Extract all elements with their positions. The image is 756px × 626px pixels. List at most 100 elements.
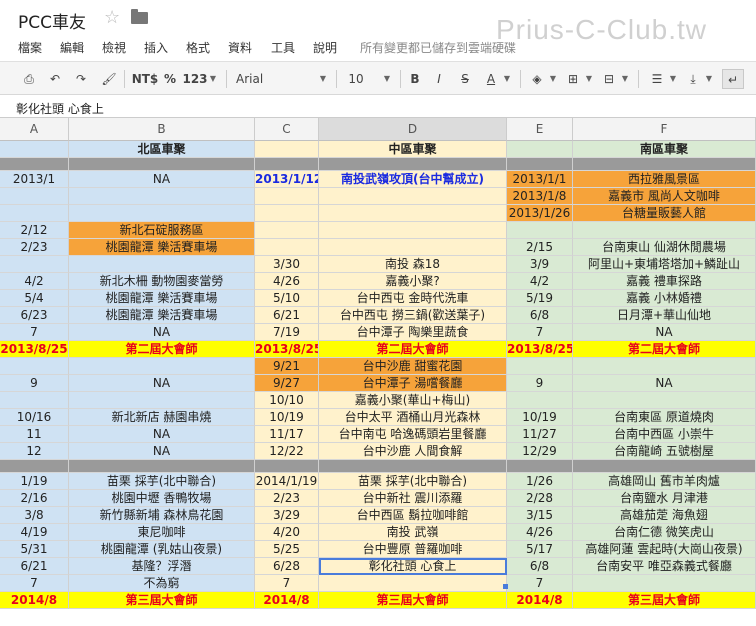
menu-item[interactable]: 檢視 xyxy=(102,39,126,56)
cell-f[interactable]: 高雄茄萣 海魚翅 xyxy=(573,507,756,524)
cell-e[interactable] xyxy=(507,141,573,158)
formula-bar[interactable]: 彰化社頭 心食上 xyxy=(0,96,756,118)
print-icon[interactable]: ⎙ xyxy=(18,69,40,89)
menu-item[interactable]: 說明 xyxy=(313,39,337,56)
cell-e[interactable]: 4/26 xyxy=(507,524,573,541)
cell-e[interactable]: 2013/1/8 xyxy=(507,188,573,205)
cell-d[interactable]: 中區車聚 xyxy=(319,141,507,158)
cell-b[interactable]: 第三屆大會師 xyxy=(69,592,255,609)
cell-b[interactable]: 桃園龍潭 樂活賽車場 xyxy=(69,239,255,256)
cell-c[interactable]: 4/26 xyxy=(255,273,319,290)
cell-c[interactable]: 5/10 xyxy=(255,290,319,307)
cell-d[interactable]: 台中潭子 陶樂里蔬食 xyxy=(319,324,507,341)
column-header-b[interactable]: B xyxy=(69,118,255,141)
cell-f[interactable]: 第二屆大會師 xyxy=(573,341,756,358)
cell-a[interactable] xyxy=(0,358,69,375)
cell-c[interactable]: 2014/8 xyxy=(255,592,319,609)
cell-b[interactable]: NA xyxy=(69,324,255,341)
cell-c[interactable]: 12/22 xyxy=(255,443,319,460)
cell-f[interactable]: 嘉義市 風尚人文咖啡 xyxy=(573,188,756,205)
cell-d[interactable]: 台中豐原 普羅咖啡 xyxy=(319,541,507,558)
cell-f[interactable]: 台南東山 仙湖休閒農場 xyxy=(573,239,756,256)
cell-f[interactable] xyxy=(573,575,756,592)
italic-button[interactable]: I xyxy=(430,69,448,89)
cell-e[interactable]: 11/27 xyxy=(507,426,573,443)
cell-c[interactable]: 10/19 xyxy=(255,409,319,426)
cell-f[interactable]: 台南中西區 小崇牛 xyxy=(573,426,756,443)
cell-b[interactable]: 東尼咖啡 xyxy=(69,524,255,541)
cell-a[interactable]: 7 xyxy=(0,575,69,592)
chevron-down-icon[interactable]: ▼ xyxy=(620,69,630,89)
font-select[interactable]: Arial xyxy=(236,69,296,89)
cell-c[interactable] xyxy=(255,205,319,222)
cell-a[interactable] xyxy=(0,158,69,171)
cell-b[interactable]: 第二屆大會師 xyxy=(69,341,255,358)
cell-b[interactable] xyxy=(69,158,255,171)
cell-a[interactable] xyxy=(0,392,69,409)
cell-d[interactable]: 台中沙鹿 甜蜜花園 xyxy=(319,358,507,375)
cell-f[interactable] xyxy=(573,392,756,409)
cell-f[interactable]: 嘉義 小林婚禮 xyxy=(573,290,756,307)
align-icon[interactable]: ☰ xyxy=(648,69,666,89)
cell-d[interactable]: 台中太平 酒桶山月光森林 xyxy=(319,409,507,426)
cell-d[interactable]: 南投 武嶺 xyxy=(319,524,507,541)
cell-e[interactable]: 7 xyxy=(507,575,573,592)
cell-c[interactable]: 3/29 xyxy=(255,507,319,524)
cell-b[interactable]: NA xyxy=(69,426,255,443)
cell-f[interactable]: 高雄岡山 舊市羊肉爐 xyxy=(573,473,756,490)
cell-e[interactable]: 9 xyxy=(507,375,573,392)
cell-f[interactable]: 台糖量販藝人館 xyxy=(573,205,756,222)
cell-e[interactable]: 6/8 xyxy=(507,558,573,575)
wrap-text-icon[interactable]: ↵ xyxy=(722,69,744,89)
cell-a[interactable]: 5/4 xyxy=(0,290,69,307)
cell-d[interactable] xyxy=(319,575,507,592)
cell-d[interactable] xyxy=(319,205,507,222)
cell-b[interactable] xyxy=(69,392,255,409)
chevron-down-icon[interactable]: ▼ xyxy=(704,69,714,89)
cell-d[interactable] xyxy=(319,460,507,473)
cell-b[interactable] xyxy=(69,256,255,273)
cell-f[interactable]: 台南安平 唯亞森義式餐廳 xyxy=(573,558,756,575)
cell-c[interactable]: 6/28 xyxy=(255,558,319,575)
cell-c[interactable]: 2/23 xyxy=(255,490,319,507)
cell-e[interactable]: 2013/1/26 xyxy=(507,205,573,222)
undo-icon[interactable]: ↶ xyxy=(44,69,66,89)
percent-button[interactable]: % xyxy=(162,69,178,89)
cell-c[interactable]: 7 xyxy=(255,575,319,592)
cell-b[interactable] xyxy=(69,460,255,473)
cell-a[interactable] xyxy=(0,460,69,473)
cell-a[interactable]: 6/23 xyxy=(0,307,69,324)
cell-e[interactable]: 3/15 xyxy=(507,507,573,524)
cell-d[interactable]: 台中西屯 金時代洗車 xyxy=(319,290,507,307)
cell-d[interactable]: 南投 森18 xyxy=(319,256,507,273)
cell-a[interactable]: 5/31 xyxy=(0,541,69,558)
cell-e[interactable]: 10/19 xyxy=(507,409,573,426)
cell-f[interactable]: 台南仁德 微笑虎山 xyxy=(573,524,756,541)
cell-d[interactable] xyxy=(319,239,507,256)
menu-item[interactable]: 插入 xyxy=(144,39,168,56)
cell-b[interactable]: 新北新店 赫園串燒 xyxy=(69,409,255,426)
cell-e[interactable]: 5/19 xyxy=(507,290,573,307)
text-color-button[interactable]: A xyxy=(482,69,500,89)
cell-c[interactable]: 7/19 xyxy=(255,324,319,341)
cell-c[interactable]: 3/30 xyxy=(255,256,319,273)
cell-b[interactable]: 基隆？浮潛 xyxy=(69,558,255,575)
cell-c[interactable]: 11/17 xyxy=(255,426,319,443)
cell-e[interactable] xyxy=(507,358,573,375)
cell-a[interactable] xyxy=(0,188,69,205)
cell-e[interactable]: 12/29 xyxy=(507,443,573,460)
cell-a[interactable]: 4/2 xyxy=(0,273,69,290)
fill-color-icon[interactable]: ◈ xyxy=(528,69,546,89)
chevron-down-icon[interactable]: ▼ xyxy=(548,69,558,89)
chevron-down-icon[interactable]: ▼ xyxy=(318,69,328,89)
cell-a[interactable]: 6/21 xyxy=(0,558,69,575)
cell-a[interactable]: 7 xyxy=(0,324,69,341)
cell-d[interactable]: 苗栗 採芋(北中聯合) xyxy=(319,473,507,490)
redo-icon[interactable]: ↷ xyxy=(70,69,92,89)
cell-b[interactable]: 桃園龍潭 樂活賽車場 xyxy=(69,290,255,307)
cell-f[interactable]: 台南龍崎 五號樹屋 xyxy=(573,443,756,460)
cell-e[interactable]: 2/15 xyxy=(507,239,573,256)
cell-f[interactable]: NA xyxy=(573,324,756,341)
strikethrough-button[interactable]: S xyxy=(456,69,474,89)
cell-c[interactable] xyxy=(255,188,319,205)
